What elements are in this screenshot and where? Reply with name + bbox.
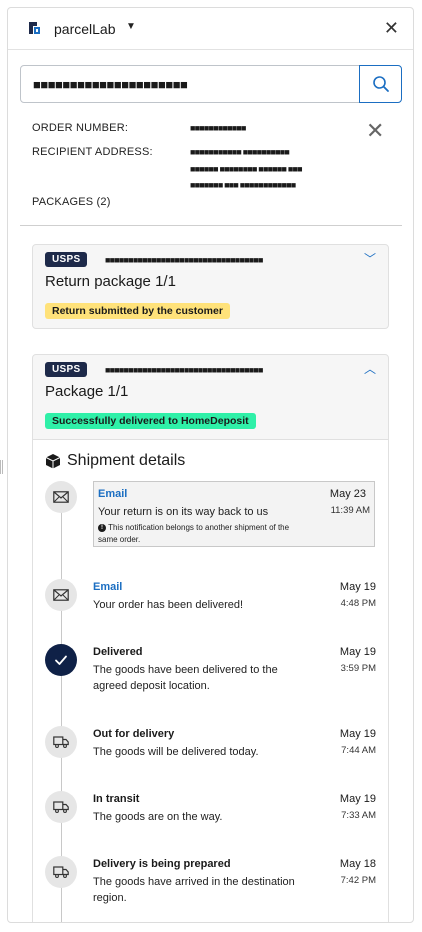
divider (20, 225, 402, 226)
shipment-details-title: Shipment details (45, 452, 185, 470)
envelope-icon (45, 579, 77, 611)
chevron-down-icon[interactable]: ﹀ (364, 250, 376, 267)
event-note: ! This notification belongs to another s… (98, 522, 303, 546)
parcellab-panel: parcelLab ▼ ✕ ORDER NUMBER: ■■■■■■■■■■■■… (7, 7, 414, 923)
clear-order-icon[interactable]: ✕ (366, 120, 384, 142)
search-button[interactable] (359, 65, 402, 103)
parcellab-logo-icon (29, 22, 40, 34)
event-date: May 19 (339, 793, 376, 805)
event-type: Out for delivery (93, 728, 175, 740)
recipient-address-line: ■■■■■■■■■■■ ■■■■■■■■■■ (190, 147, 290, 157)
truck-icon (45, 791, 77, 823)
order-number-label: ORDER NUMBER: (32, 122, 129, 134)
event-time: 4:48 PM (340, 598, 376, 609)
event-time: 11:39 AM (330, 505, 370, 516)
event-type: Delivered (93, 646, 143, 658)
info-icon: ! (98, 523, 106, 532)
envelope-icon (45, 481, 77, 513)
package-title: Return package 1/1 (45, 273, 176, 290)
status-badge: Return submitted by the customer (45, 303, 230, 319)
event-time: 7:44 AM (341, 745, 376, 756)
carrier-badge: USPS (45, 362, 88, 377)
event-time: 7:42 PM (340, 875, 376, 886)
account-name[interactable]: parcelLab (54, 21, 116, 37)
event-date: May 18 (339, 858, 376, 870)
event-description: The goods will be delivered today. (93, 746, 259, 758)
event-type[interactable]: Email (98, 488, 127, 500)
event-time: 7:33 AM (341, 810, 376, 821)
event-date: May 19 (339, 581, 376, 593)
event-date: May 19 (339, 728, 376, 740)
event-date: May 19 (339, 646, 376, 658)
event-type: Delivery is being prepared (93, 858, 231, 870)
search-icon (372, 76, 389, 92)
box-icon (45, 454, 61, 469)
resize-handle[interactable] (0, 460, 3, 474)
event-type[interactable]: Email (93, 581, 122, 593)
checkmark-icon (45, 644, 77, 676)
event-note-text: This notification belongs to another shi… (98, 523, 290, 544)
event-description: Your order has been delivered! (93, 599, 244, 611)
tracking-number: ■■■■■■■■■■■■■■■■■■■■■■■■■■■■■■■■■■ (105, 365, 263, 375)
package-title: Package 1/1 (45, 383, 129, 400)
tracking-number: ■■■■■■■■■■■■■■■■■■■■■■■■■■■■■■■■■■ (105, 255, 263, 265)
search-input[interactable] (20, 65, 360, 103)
event-description: Your return is on its way back to us (98, 506, 269, 518)
recipient-address-line: ■■■■■■■ ■■■ ■■■■■■■■■■■■ (190, 180, 296, 190)
order-number-value: ■■■■■■■■■■■■ (190, 123, 246, 133)
status-badge: Successfully delivered to HomeDeposit (45, 413, 256, 429)
truck-icon (45, 726, 77, 758)
panel-header: parcelLab ▼ ✕ (8, 8, 413, 50)
chevron-up-icon[interactable]: ︿ (364, 360, 376, 377)
event-description: The goods have been delivered to the agr… (93, 664, 278, 692)
packages-label: PACKAGES (2) (32, 196, 111, 208)
event-description: The goods are on the way. (93, 811, 223, 823)
event-notice: Email Your return is on its way back to … (93, 481, 375, 547)
event-time: 3:59 PM (340, 663, 376, 674)
package-card-delivered[interactable]: USPS ■■■■■■■■■■■■■■■■■■■■■■■■■■■■■■■■■■ … (32, 354, 389, 922)
shipment-details: Shipment details Email Your return is on… (33, 439, 388, 922)
chevron-down-icon[interactable]: ▼ (126, 21, 136, 32)
shipment-details-heading: Shipment details (67, 452, 186, 469)
recipient-address-label: RECIPIENT ADDRESS: (32, 146, 153, 158)
event-date: May 23 (329, 488, 366, 500)
package-card-return[interactable]: USPS ■■■■■■■■■■■■■■■■■■■■■■■■■■■■■■■■■■ … (32, 244, 389, 329)
carrier-badge: USPS (45, 252, 88, 267)
recipient-address-line: ■■■■■■ ■■■■■■■■ ■■■■■■ ■■■ (190, 164, 303, 174)
event-type: In transit (93, 793, 140, 805)
event-description: The goods have arrived in the destinatio… (93, 876, 295, 904)
close-icon[interactable]: ✕ (384, 19, 399, 37)
truck-icon (45, 856, 77, 888)
